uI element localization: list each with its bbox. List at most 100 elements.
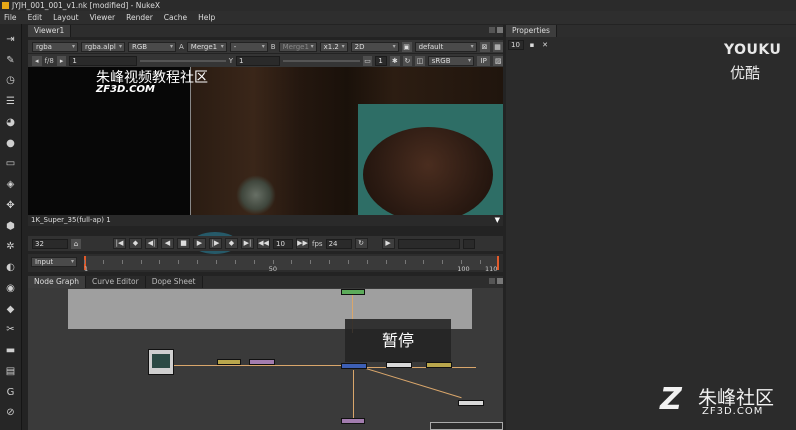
input-process-button[interactable]: IP: [477, 55, 491, 66]
fps-field[interactable]: 24: [325, 238, 352, 249]
grade-node[interactable]: [217, 359, 241, 365]
image-tool-icon[interactable]: ⇥: [4, 33, 17, 46]
tab-dope-sheet[interactable]: Dope Sheet: [145, 276, 203, 288]
navigator-map[interactable]: [430, 422, 503, 430]
grade-node-2[interactable]: [426, 362, 452, 368]
time-tool-icon[interactable]: ◷: [4, 74, 17, 87]
3d-tool-icon[interactable]: ⬢: [4, 220, 17, 233]
draw-tool-icon[interactable]: ✎: [4, 54, 17, 67]
color-space-dropdown[interactable]: sRGB: [427, 55, 475, 66]
refresh-icon[interactable]: ↻: [402, 55, 413, 66]
deep-tool-icon[interactable]: ◐: [4, 261, 17, 274]
last-frame-button[interactable]: ▶|: [241, 238, 254, 249]
channels-dropdown[interactable]: rgba: [32, 41, 78, 52]
lock-properties-icon[interactable]: ▪: [527, 40, 537, 50]
timeline-track[interactable]: 1 50 100 110: [84, 256, 499, 273]
skip-frames-field[interactable]: 10: [273, 238, 293, 249]
read-node[interactable]: [386, 362, 412, 368]
menu-viewer[interactable]: Viewer: [90, 13, 116, 22]
menu-help[interactable]: Help: [198, 13, 215, 22]
loop-mode-button[interactable]: ↻: [354, 238, 368, 249]
menu-cache[interactable]: Cache: [164, 13, 187, 22]
skip-forward-button[interactable]: ▶▶: [296, 238, 309, 249]
lock-region-icon[interactable]: ▦: [492, 41, 503, 52]
prev-keyframe-button[interactable]: ◆: [129, 238, 142, 249]
pause-render-icon[interactable]: ✱: [390, 55, 400, 66]
prev-frame-button[interactable]: ◀|: [145, 238, 158, 249]
tab-node-graph[interactable]: Node Graph: [28, 276, 86, 288]
fstop-decrement-icon[interactable]: ◂: [32, 55, 42, 66]
other-tool-icon[interactable]: ✂: [4, 323, 17, 336]
composite-mode-dropdown[interactable]: -: [229, 41, 268, 52]
menu-layout[interactable]: Layout: [53, 13, 79, 22]
first-frame-button[interactable]: |◀: [113, 238, 126, 249]
view-mode-dropdown[interactable]: 2D: [350, 41, 399, 52]
lut-dropdown[interactable]: default: [414, 41, 477, 52]
next-keyframe-button[interactable]: ◆: [225, 238, 238, 249]
play-forward-button[interactable]: ▶: [193, 238, 206, 249]
roi-icon[interactable]: ▭: [362, 55, 373, 66]
skip-back-button[interactable]: ◀◀: [257, 238, 270, 249]
wipe-icon[interactable]: ▨: [493, 55, 503, 66]
camera-icon[interactable]: ▣: [401, 41, 412, 52]
gizmo-tool-icon[interactable]: ▤: [4, 365, 17, 378]
tab-properties[interactable]: Properties: [506, 25, 557, 37]
flipbook-button[interactable]: ▶: [381, 238, 395, 249]
clipping-icon[interactable]: ◫: [415, 55, 425, 66]
proxy-icon[interactable]: ⊠: [479, 41, 490, 52]
viewer-viewport[interactable]: 朱峰视频教程社区 ZF3D.COM: [28, 67, 503, 215]
views-tool-icon[interactable]: ◉: [4, 282, 17, 295]
particles-tool-icon[interactable]: ✲: [4, 240, 17, 253]
clear-properties-icon[interactable]: ✕: [540, 40, 550, 50]
furnace-tool-icon[interactable]: ▬: [4, 344, 17, 357]
float-pane-icon[interactable]: [489, 27, 495, 33]
metadata-tool-icon[interactable]: ◆: [4, 303, 17, 316]
close-pane-icon[interactable]: [497, 27, 503, 33]
play-backward-button[interactable]: ◀: [161, 238, 174, 249]
write-node[interactable]: [458, 400, 484, 406]
merge-node[interactable]: [341, 363, 367, 369]
format-dropdown-icon[interactable]: ▼: [495, 215, 500, 226]
ofx-tool-icon[interactable]: ⊘: [4, 406, 17, 419]
next-frame-button[interactable]: |▶: [209, 238, 222, 249]
display-channel-dropdown[interactable]: RGB: [128, 41, 176, 52]
input-mode-dropdown[interactable]: Input: [31, 257, 77, 267]
gain-field[interactable]: 1: [69, 55, 137, 66]
b-input-dropdown[interactable]: Merge1: [278, 41, 317, 52]
keyer-tool-icon[interactable]: ▭: [4, 157, 17, 170]
menu-edit[interactable]: Edit: [28, 13, 43, 22]
timeline-tick: [461, 260, 463, 264]
color-tool-icon[interactable]: ◕: [4, 116, 17, 129]
color-node[interactable]: [341, 289, 365, 295]
blur-node[interactable]: [249, 359, 275, 365]
gamma-slider[interactable]: [283, 59, 360, 62]
max-panels-field[interactable]: 10: [508, 40, 524, 50]
frame-range-field[interactable]: [397, 238, 460, 249]
gamma-field[interactable]: 1: [236, 55, 281, 66]
node-graph-canvas[interactable]: 暂停: [28, 288, 503, 430]
blur-node-2[interactable]: [341, 418, 365, 424]
fstop-increment-icon[interactable]: ▸: [56, 55, 67, 66]
range-menu[interactable]: [462, 238, 475, 249]
g-tool-icon[interactable]: G: [4, 386, 17, 399]
channels-alpha-dropdown[interactable]: rgba.alpl: [81, 41, 125, 52]
stop-button[interactable]: ■: [177, 238, 190, 249]
current-frame-field[interactable]: 32: [32, 238, 68, 249]
a-input-dropdown[interactable]: Merge1: [186, 41, 227, 52]
close-nodegraph-icon[interactable]: [497, 278, 503, 284]
tab-curve-editor[interactable]: Curve Editor: [85, 276, 146, 288]
menu-file[interactable]: File: [4, 13, 17, 22]
channel-tool-icon[interactable]: ☰: [4, 95, 17, 108]
menu-render[interactable]: Render: [126, 13, 153, 22]
zoom-dropdown[interactable]: x1.2: [319, 41, 348, 52]
filter-tool-icon[interactable]: ●: [4, 137, 17, 150]
float-nodegraph-icon[interactable]: [489, 278, 495, 284]
merge-tool-icon[interactable]: ◈: [4, 178, 17, 191]
viewer-wipe-line[interactable]: [190, 67, 191, 215]
transform-tool-icon[interactable]: ✥: [4, 199, 17, 212]
tab-viewer1[interactable]: Viewer1: [28, 25, 72, 37]
read-node-thumbnail[interactable]: [148, 349, 174, 375]
gain-slider[interactable]: [139, 59, 226, 62]
lock-frame-icon[interactable]: ⌂: [71, 238, 81, 249]
downscale-field[interactable]: 1: [375, 55, 388, 66]
